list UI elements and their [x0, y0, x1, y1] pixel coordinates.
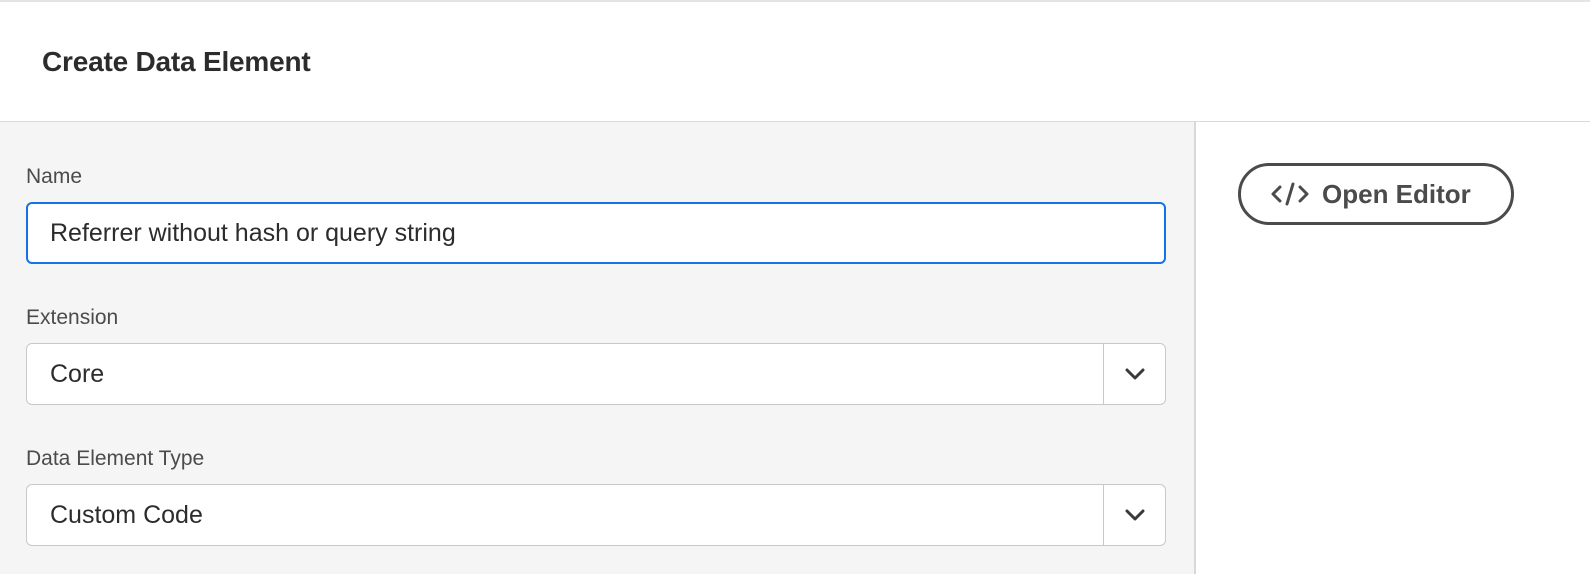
data-element-type-label: Data Element Type [26, 447, 205, 470]
name-input[interactable] [26, 202, 1166, 264]
page-header: Create Data Element [0, 2, 1590, 122]
open-editor-label: Open Editor [1322, 179, 1471, 209]
data-element-type-dropdown-toggle[interactable] [1103, 485, 1165, 545]
chevron-down-icon [1125, 509, 1145, 521]
extension-label: Extension [26, 306, 119, 329]
extension-select[interactable]: Core [26, 343, 1166, 405]
extension-selected-value: Core [50, 360, 105, 388]
code-icon [1271, 182, 1309, 206]
open-editor-button[interactable]: Open Editor [1238, 163, 1514, 225]
page-title: Create Data Element [42, 46, 311, 77]
data-element-type-select[interactable]: Custom Code [26, 484, 1166, 546]
data-element-type-selected-value: Custom Code [50, 501, 203, 529]
form-panel: Name Extension Core Data Element Type Cu… [0, 122, 1196, 574]
extension-dropdown-toggle[interactable] [1103, 344, 1165, 404]
chevron-down-icon [1125, 368, 1145, 380]
name-label: Name [26, 165, 83, 188]
